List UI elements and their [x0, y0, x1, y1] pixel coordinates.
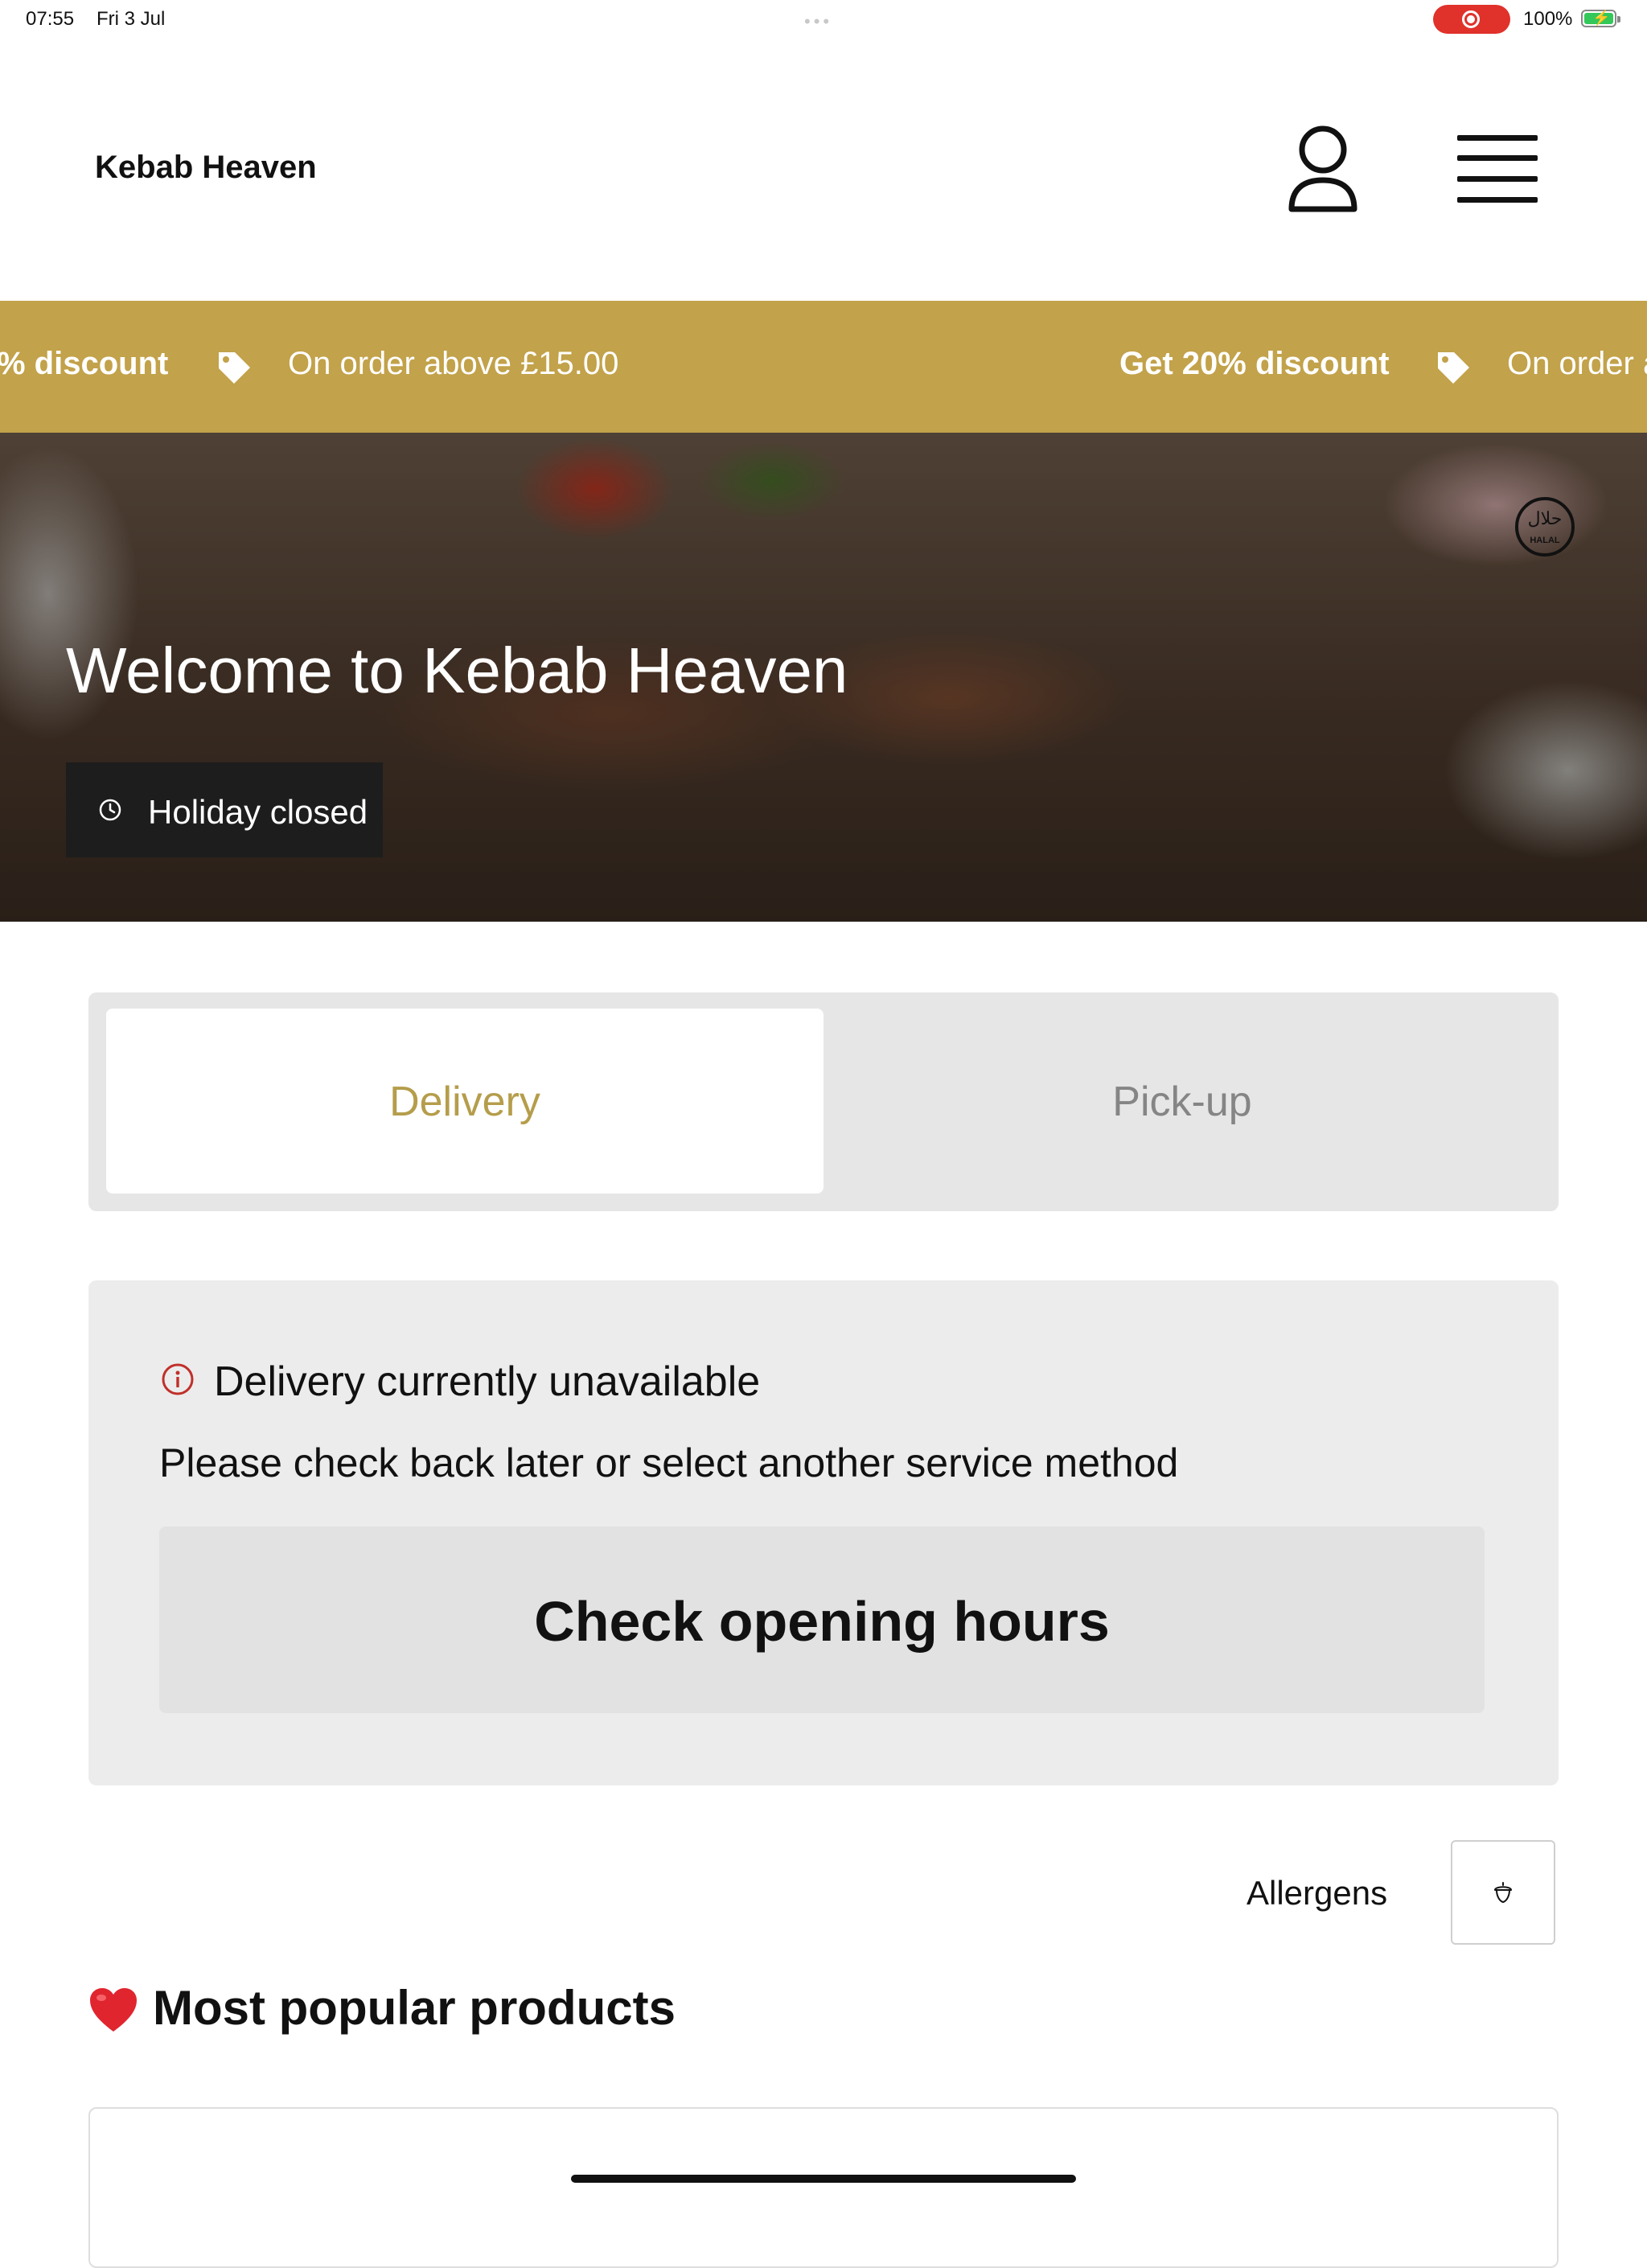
battery-percentage: 100%: [1523, 8, 1573, 30]
hamburger-menu-icon: [1457, 135, 1538, 141]
battery-charging-icon: ⚡: [1581, 10, 1620, 27]
status-date: Fri 3 Jul: [97, 8, 166, 30]
hero-banner: حلال HALAL Welcome to Kebab Heaven Holid…: [0, 433, 1647, 922]
promo-detail: On order above £15.00: [288, 346, 619, 381]
clock-icon: [99, 799, 121, 821]
promo-detail: On order a: [1507, 346, 1647, 381]
acorn-icon: [1494, 1882, 1512, 1904]
product-card[interactable]: [88, 2107, 1559, 2268]
home-indicator[interactable]: [571, 2175, 1076, 2183]
promo-banner: % discount On order above £15.00 Get 20%…: [0, 301, 1647, 433]
heart-icon: [90, 1988, 137, 2032]
tab-label: Pick-up: [1112, 1079, 1252, 1125]
notice-title: Delivery currently unavailable: [214, 1358, 761, 1405]
notice-message: Please check back later or select anothe…: [159, 1440, 1179, 1485]
multitasking-dots-icon[interactable]: •••: [804, 11, 832, 32]
tab-delivery[interactable]: Delivery: [106, 1009, 824, 1194]
tab-label: Delivery: [389, 1079, 540, 1125]
store-status-text: Holiday closed: [148, 793, 368, 831]
button-label: Check opening hours: [534, 1590, 1110, 1653]
screen-recording-icon[interactable]: [1433, 5, 1510, 34]
tag-icon: [1438, 352, 1469, 384]
brand-name[interactable]: Kebab Heaven: [95, 150, 317, 186]
delivery-unavailable-notice: Delivery currently unavailable Please ch…: [88, 1280, 1559, 1785]
info-icon: [162, 1363, 194, 1395]
store-status-badge: Holiday closed: [66, 762, 383, 857]
promo-headline: % discount: [0, 346, 169, 381]
check-opening-hours-button[interactable]: Check opening hours: [159, 1526, 1485, 1713]
status-bar: 07:55 Fri 3 Jul ••• 100% ⚡: [0, 0, 1647, 39]
allergens-label: Allergens: [1247, 1874, 1388, 1912]
tag-icon: [219, 352, 250, 384]
person-icon: [1288, 125, 1357, 212]
hero-title: Welcome to Kebab Heaven: [66, 635, 848, 706]
promo-headline: Get 20% discount: [1119, 346, 1390, 381]
allergens-filter-button[interactable]: [1451, 1840, 1555, 1945]
tab-pick-up[interactable]: Pick-up: [824, 1009, 1541, 1194]
service-method-toggle: Delivery Pick-up: [88, 992, 1559, 1211]
status-time: 07:55: [26, 8, 75, 30]
popular-products-heading: Most popular products: [153, 1981, 676, 2035]
menu-button[interactable]: [1457, 135, 1538, 203]
account-button[interactable]: [1287, 125, 1359, 214]
halal-badge-icon: حلال HALAL: [1515, 497, 1575, 557]
